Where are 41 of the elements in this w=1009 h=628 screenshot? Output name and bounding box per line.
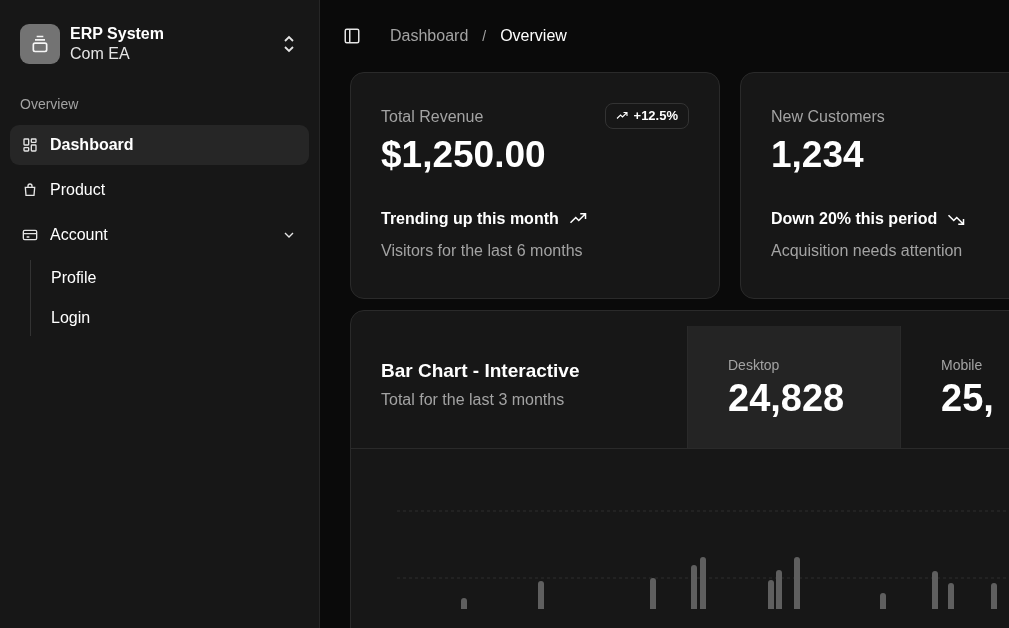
- stat-footer: Trending up this month: [381, 207, 559, 231]
- chart-subtitle: Total for the last 3 months: [381, 389, 566, 410]
- chart-title: Bar Chart - Interactive: [381, 359, 581, 384]
- chart-bar: [650, 578, 656, 609]
- stat-title: New Customers: [771, 107, 885, 127]
- chart-bar: [538, 581, 544, 609]
- chart-bar: [461, 598, 467, 609]
- chart-bar: [776, 570, 782, 609]
- chart-toggle[interactable]: Desktop 24,828: [687, 326, 900, 448]
- sidebar-subitem[interactable]: Login: [41, 302, 309, 334]
- breadcrumb-link[interactable]: Dashboard: [390, 24, 469, 48]
- chart-bar: [948, 583, 954, 609]
- grid-icon: [22, 137, 38, 153]
- stat-value: 1,234: [771, 133, 865, 177]
- company-name: Com EA: [70, 44, 131, 64]
- sidebar-item[interactable]: Product: [10, 170, 309, 210]
- chart-bar: [932, 571, 938, 609]
- stat-value: $1,250.00: [381, 133, 547, 177]
- breadcrumb-current: Overview: [500, 26, 567, 46]
- stat-title: Total Revenue: [381, 107, 484, 127]
- shopping-bag-icon: [22, 182, 38, 198]
- chart-bar: [691, 565, 697, 609]
- stat-note: Acquisition needs attention: [771, 241, 964, 261]
- breadcrumb-separator: /: [482, 26, 487, 46]
- chart-bar: [700, 557, 706, 609]
- group-label: Overview: [19, 95, 80, 114]
- sidebar-toggle-icon[interactable]: [342, 26, 362, 46]
- sidebar-item[interactable]: Account: [10, 215, 309, 255]
- chart-bar: [794, 557, 800, 609]
- chart-bar: [768, 580, 774, 609]
- stat-footer: Down 20% this period: [771, 207, 938, 231]
- stat-note: Visitors for the last 6 months: [381, 241, 584, 261]
- chart-bar: [991, 583, 997, 609]
- sidebar-item[interactable]: Dashboard: [10, 125, 309, 165]
- app-logo-icon: [20, 24, 60, 64]
- chart-bar: [880, 593, 886, 609]
- sidebar-subitem[interactable]: Profile: [41, 262, 309, 294]
- trend-badge: +12.5%: [604, 103, 689, 129]
- switcher-chevrons-icon[interactable]: [281, 34, 297, 54]
- app-name: ERP System: [70, 24, 165, 44]
- credit-card-icon: [22, 227, 38, 243]
